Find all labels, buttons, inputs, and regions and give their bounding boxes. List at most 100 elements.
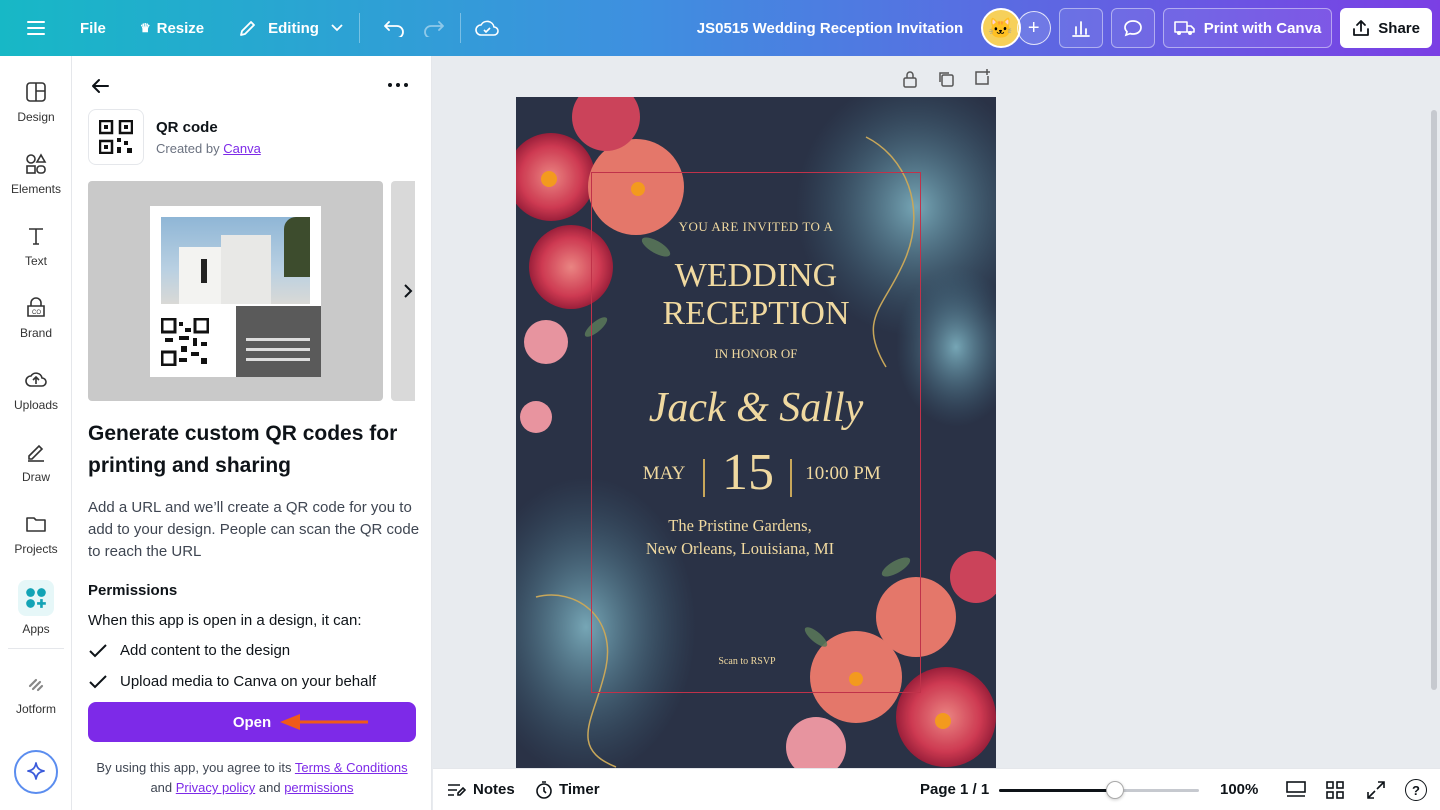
- document-title[interactable]: JS0515 Wedding Reception Invitation: [640, 20, 1020, 37]
- undo-icon[interactable]: [374, 8, 414, 48]
- invitation-card[interactable]: YOU ARE INVITED TO A WEDDING RECEPTION I…: [516, 97, 996, 769]
- add-page-icon[interactable]: [973, 68, 991, 86]
- rail-item-jotform[interactable]: Jotform: [0, 672, 72, 736]
- terms-link[interactable]: Terms & Conditions: [295, 760, 408, 775]
- open-label: Open: [232, 713, 272, 731]
- cloud-saved-icon[interactable]: [467, 8, 507, 48]
- divider: [459, 13, 461, 43]
- design-icon: [26, 82, 46, 102]
- and-text: and: [150, 780, 173, 795]
- rail-item-uploads[interactable]: Uploads: [0, 368, 72, 432]
- date-divider: [703, 459, 705, 497]
- orange-arrow-annotation: [278, 712, 370, 732]
- rail-label: Text: [24, 254, 47, 268]
- draw-icon: [28, 444, 44, 462]
- privacy-link[interactable]: Privacy policy: [176, 780, 255, 795]
- editing-label: Editing: [268, 19, 319, 37]
- file-menu[interactable]: File: [70, 8, 116, 48]
- date-divider: [790, 459, 792, 497]
- divider: [358, 13, 360, 43]
- panel-description: Add a URL and we’ll create a QR code for…: [88, 499, 420, 560]
- resize-button[interactable]: ♛ Resize: [130, 8, 214, 48]
- print-label: Print with Canva: [1203, 19, 1322, 37]
- cat-avatar-icon: 🐱: [988, 17, 1014, 40]
- permissions-link[interactable]: permissions: [284, 780, 353, 795]
- vertical-scrollbar[interactable]: [1431, 110, 1437, 690]
- help-icon[interactable]: ?: [1405, 779, 1427, 801]
- permission-item: Add content to the design: [88, 642, 290, 659]
- terms-prefix: By using this app, you agree to its: [96, 760, 292, 775]
- rail-label: Projects: [14, 542, 58, 556]
- duplicate-page-icon[interactable]: [937, 70, 955, 88]
- add-collaborator-button[interactable]: +: [1016, 11, 1051, 45]
- sparkle-icon: [27, 762, 45, 780]
- zoom-slider-fill: [999, 789, 1115, 792]
- zoom-slider[interactable]: [999, 781, 1199, 799]
- top-bar: File ♛ Resize Editing JS0515 Wedding Rec…: [0, 0, 1440, 56]
- rail-item-design[interactable]: Design: [0, 80, 72, 144]
- rail-label: Uploads: [13, 398, 59, 412]
- rail-item-projects[interactable]: Projects: [0, 512, 72, 576]
- redo-icon[interactable]: [414, 8, 454, 48]
- timer-icon: [536, 780, 552, 799]
- permissions-intro: When this app is open in a design, it ca…: [88, 612, 362, 629]
- share-label: Share: [1378, 19, 1420, 37]
- rail-item-text[interactable]: Text: [0, 224, 72, 288]
- zoom-level[interactable]: 100%: [1220, 781, 1258, 798]
- carousel-next-button[interactable]: [398, 281, 418, 301]
- invite-time[interactable]: 10:00 PM: [798, 463, 888, 485]
- preview-image: [88, 181, 383, 401]
- zoom-slider-handle[interactable]: [1106, 781, 1124, 799]
- svg-text:CO: CO: [32, 310, 41, 316]
- rail-item-apps[interactable]: Apps: [0, 580, 72, 644]
- invite-title-1[interactable]: WEDDING: [516, 257, 996, 295]
- side-rail: Design Elements Text CO Brand Uploads Dr…: [0, 56, 72, 810]
- building-photo: [161, 217, 310, 304]
- cloud-upload-icon: [25, 372, 47, 387]
- comments-button[interactable]: [1110, 8, 1155, 48]
- invite-line[interactable]: YOU ARE INVITED TO A: [516, 219, 996, 235]
- bar-chart-icon: [1071, 21, 1090, 37]
- rail-item-elements[interactable]: Elements: [0, 152, 72, 216]
- permission-item: Upload media to Canva on your behalf: [88, 673, 376, 690]
- editing-dropdown[interactable]: Editing: [228, 8, 353, 48]
- invite-venue-2[interactable]: New Orleans, Louisiana, MI: [516, 539, 980, 559]
- print-with-canva-button[interactable]: Print with Canva: [1162, 8, 1333, 48]
- invite-rsvp[interactable]: Scan to RSVP: [516, 656, 987, 667]
- truck-icon: [1173, 21, 1195, 35]
- plus-icon: +: [1027, 16, 1040, 39]
- canva-link[interactable]: Canva: [223, 141, 261, 156]
- lock-icon[interactable]: [901, 70, 919, 88]
- pages-view-icon[interactable]: [1285, 780, 1307, 800]
- invite-venue-1[interactable]: The Pristine Gardens,: [516, 516, 980, 536]
- terms-text: By using this app, you agree to its Term…: [88, 758, 416, 798]
- invite-title-2[interactable]: RECEPTION: [516, 295, 996, 333]
- notes-label: Notes: [473, 781, 515, 798]
- rail-label: Brand: [19, 326, 53, 340]
- insights-button[interactable]: [1058, 8, 1103, 48]
- timer-button[interactable]: Timer: [535, 780, 600, 799]
- invite-names[interactable]: Jack & Sally: [516, 383, 996, 433]
- menu-icon[interactable]: [16, 8, 56, 48]
- avatar[interactable]: 🐱: [980, 8, 1021, 48]
- invite-honor[interactable]: IN HONOR OF: [516, 346, 996, 362]
- elements-icon: [26, 153, 47, 174]
- more-options-icon[interactable]: [388, 80, 412, 90]
- rail-item-brand[interactable]: CO Brand: [0, 296, 72, 360]
- rail-item-draw[interactable]: Draw: [0, 440, 72, 504]
- notes-button[interactable]: Notes: [447, 781, 515, 798]
- text-icon: [29, 228, 43, 245]
- page-indicator[interactable]: Page 1 / 1: [920, 781, 989, 798]
- rail-label: Apps: [22, 622, 50, 636]
- chevron-down-icon: [331, 24, 343, 32]
- back-arrow-icon[interactable]: [90, 76, 110, 96]
- invite-day[interactable]: 15: [708, 444, 788, 502]
- fullscreen-icon[interactable]: [1366, 780, 1386, 800]
- apps-icon: [18, 580, 54, 616]
- brand-icon: CO: [27, 297, 45, 317]
- grid-view-icon[interactable]: [1325, 780, 1345, 800]
- invite-month[interactable]: MAY: [624, 463, 704, 485]
- magic-assistant-button[interactable]: [14, 750, 58, 794]
- permission-text: Add content to the design: [120, 642, 291, 659]
- share-button[interactable]: Share: [1340, 8, 1432, 48]
